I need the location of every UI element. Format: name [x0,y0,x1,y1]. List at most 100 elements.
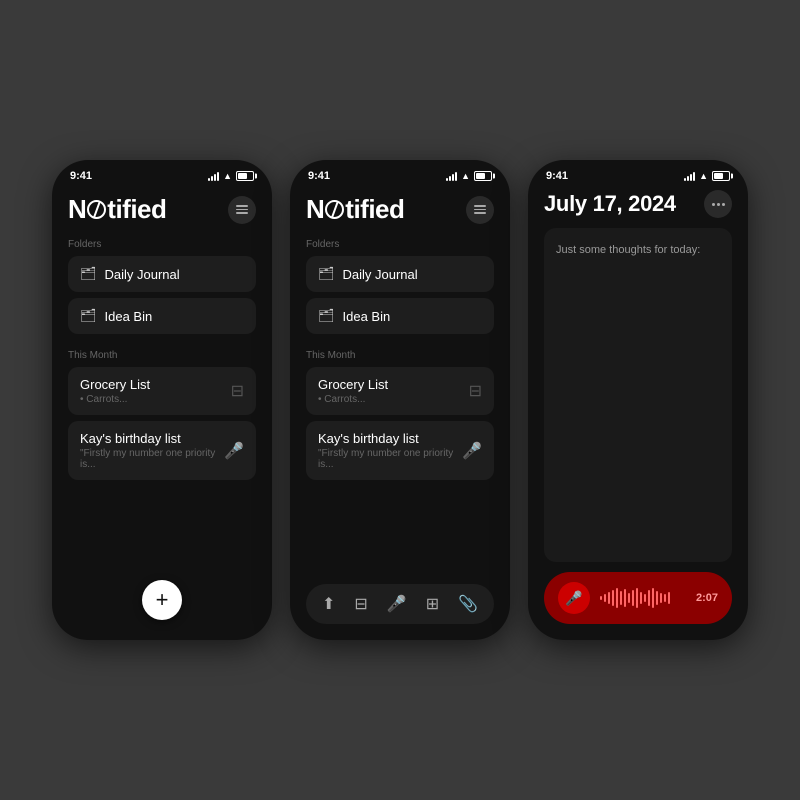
battery-icon-2 [474,171,492,181]
status-icons-1: ▲ [208,171,254,181]
add-button-1[interactable]: + [142,580,182,620]
folder-name: Idea Bin [105,309,153,324]
status-bar-1: 9:41 ▲ [52,160,272,186]
share-icon[interactable]: ⬆ [322,594,335,614]
status-time-2: 9:41 [308,170,330,182]
menu-lines-2 [474,205,486,214]
menu-line [474,209,486,211]
signal-bars-2 [446,171,457,181]
signal-bars-1 [208,171,219,181]
wave-bar [604,594,606,602]
battery-icon-3 [712,171,730,181]
note-preview: • Carrots... [318,394,388,405]
logo-o [87,200,106,219]
wifi-icon-3: ▲ [699,171,708,181]
folder-icon: 🗂 [80,266,97,282]
more-options-button[interactable] [704,190,732,218]
note-preview: • Carrots... [80,394,150,405]
signal-bar [690,174,692,181]
signal-bar [687,176,689,181]
attach-icon[interactable]: 📎 [458,594,478,614]
note-birthday-list-2[interactable]: Kay's birthday list "Firstly my number o… [306,421,494,480]
toolbar-2: ⬆ ⊟ 🎤 ⊞ 📎 [306,584,494,624]
note-grocery-list-2[interactable]: Grocery List • Carrots... ⊟ [306,367,494,415]
scan-icon[interactable]: ⊞ [426,594,439,614]
wave-bar [620,591,622,605]
wave-bar [648,590,650,606]
menu-button-2[interactable] [466,196,494,224]
battery-fill-1 [238,173,247,179]
signal-bar [455,172,457,181]
phone-3: 9:41 ▲ July 17, 2024 Just some though [528,160,748,640]
signal-bar [449,176,451,181]
wave-bar [640,592,642,604]
this-month-label-1: This Month [68,350,256,361]
note-birthday-list-1[interactable]: Kay's birthday list "Firstly my number o… [68,421,256,480]
wave-bar [608,592,610,604]
folder-name: Daily Journal [343,267,418,282]
folders-label-1: Folders [68,239,256,250]
folder-item-idea-bin-2[interactable]: 🗂 Idea Bin [306,298,494,334]
mic-icon: 🎤 [462,441,482,461]
note-icon[interactable]: ⊟ [354,594,367,614]
note-text: Grocery List • Carrots... [318,377,388,405]
note-preview: "Firstly my number one priority is... [80,448,224,470]
app-header-2: Ntified [306,194,494,225]
folder-item-daily-journal-2[interactable]: 🗂 Daily Journal [306,256,494,292]
folder-item-daily-journal-1[interactable]: 🗂 Daily Journal [68,256,256,292]
folder-name: Daily Journal [105,267,180,282]
note-text: Kay's birthday list "Firstly my number o… [80,431,224,470]
phone1-content: Ntified Folders 🗂 Daily Journal 🗂 Idea B… [52,186,272,640]
voice-time: 2:07 [696,592,718,604]
wave-bar [636,588,638,608]
voice-mic-button[interactable]: 🎤 [558,582,590,614]
note-date-title: July 17, 2024 [544,191,676,217]
wifi-icon-2: ▲ [461,171,470,181]
note-editor[interactable]: Just some thoughts for today: [544,228,732,562]
battery-fill-2 [476,173,485,179]
wave-bar [660,593,662,603]
battery-fill-3 [714,173,723,179]
mic-icon[interactable]: 🎤 [387,594,407,614]
menu-lines-1 [236,205,248,214]
logo-slash [331,201,338,217]
wave-bar [656,591,658,605]
signal-bar [452,174,454,181]
waveform [600,588,686,608]
menu-line [236,205,248,207]
note-grocery-list-1[interactable]: Grocery List • Carrots... ⊟ [68,367,256,415]
note-title: Kay's birthday list [80,431,224,446]
dot [712,203,715,206]
signal-bars-3 [684,171,695,181]
signal-bar [211,176,213,181]
status-time-1: 9:41 [70,170,92,182]
logo-slash [93,201,100,217]
dot [722,203,725,206]
status-bar-3: 9:41 ▲ [528,160,748,186]
folder-item-idea-bin-1[interactable]: 🗂 Idea Bin [68,298,256,334]
menu-button-1[interactable] [228,196,256,224]
battery-icon-1 [236,171,254,181]
status-icons-2: ▲ [446,171,492,181]
dot [717,203,720,206]
wave-bar [600,596,602,600]
menu-line [236,212,248,214]
status-bar-2: 9:41 ▲ [290,160,510,186]
app-title-2: Ntified [306,194,404,225]
wave-bar [628,593,630,603]
note-title: Kay's birthday list [318,431,462,446]
voice-recording-bar[interactable]: 🎤 2:07 [544,572,732,624]
folder-name: Idea Bin [343,309,391,324]
mic-icon: 🎤 [224,441,244,461]
wave-bar [632,590,634,606]
signal-bar [208,178,210,181]
note-text: Grocery List • Carrots... [80,377,150,405]
menu-line [474,205,486,207]
wifi-icon-1: ▲ [223,171,232,181]
phone2-content: Ntified Folders 🗂 Daily Journal 🗂 Idea B… [290,186,510,640]
note-text: Kay's birthday list "Firstly my number o… [318,431,462,470]
wave-bar [612,590,614,606]
signal-bar [693,172,695,181]
signal-bar [684,178,686,181]
note-area-text: Just some thoughts for today: [556,244,700,256]
